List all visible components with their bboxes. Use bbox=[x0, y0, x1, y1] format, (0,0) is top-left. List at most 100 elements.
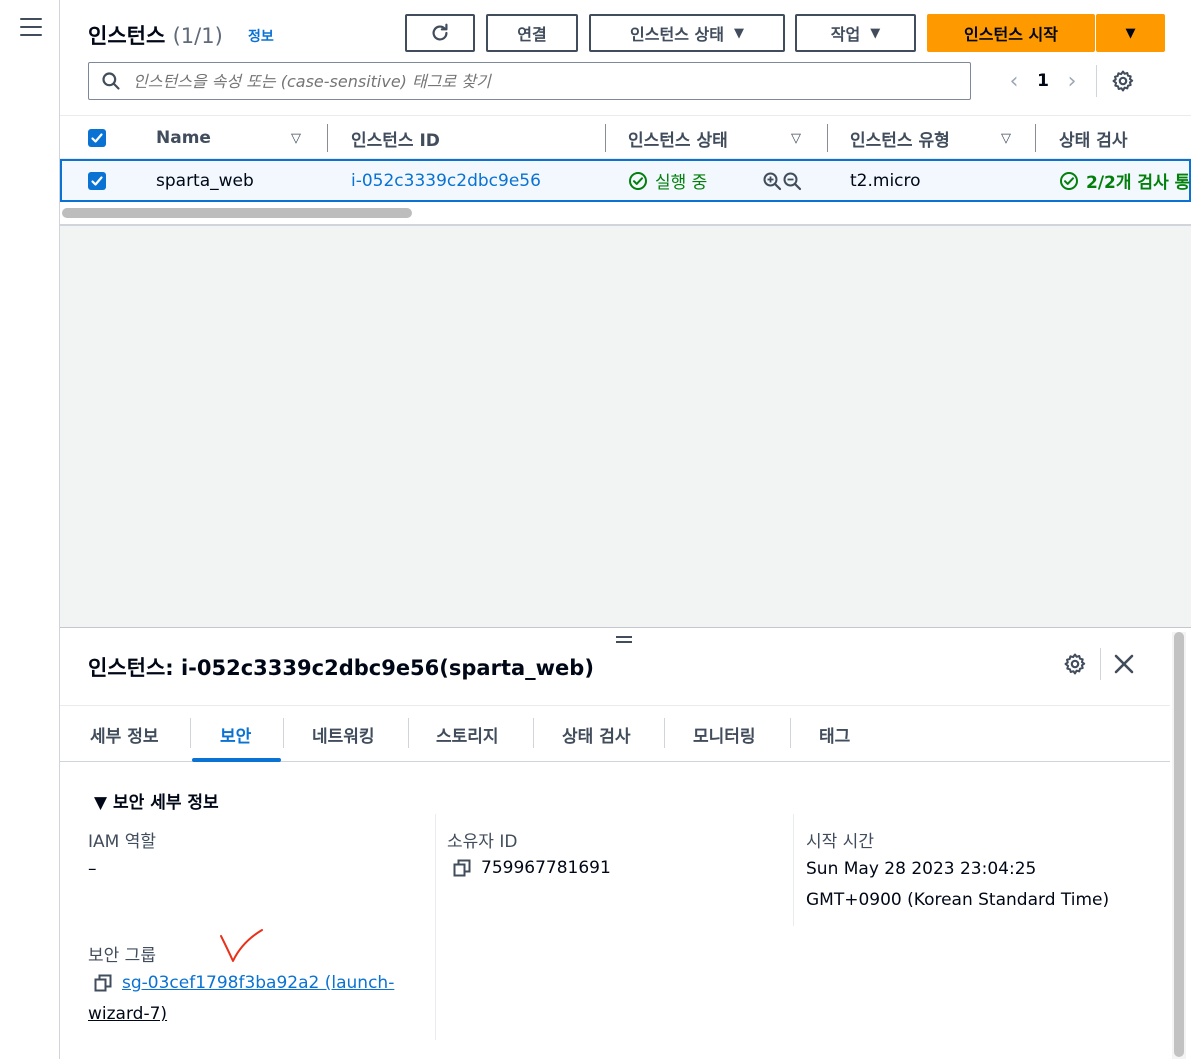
tab-divider bbox=[533, 718, 534, 748]
column-divider bbox=[435, 814, 436, 1040]
menu-icon[interactable] bbox=[20, 18, 42, 36]
column-label: Name bbox=[156, 128, 211, 148]
check-icon bbox=[91, 133, 103, 143]
caret-down-icon: ▼ bbox=[870, 25, 881, 41]
owner-id-label: 소유자 ID bbox=[447, 832, 518, 852]
column-header-name[interactable]: Name ▽ bbox=[156, 116, 316, 160]
column-header-instance-id[interactable]: 인스턴스 ID bbox=[351, 116, 440, 160]
select-all-checkbox[interactable] bbox=[88, 129, 106, 147]
tab-details[interactable]: 세부 정보 bbox=[90, 706, 158, 762]
instance-state-text: 실행 중 bbox=[655, 173, 708, 193]
search-input[interactable] bbox=[133, 71, 953, 91]
tab-divider bbox=[408, 718, 409, 748]
column-divider[interactable] bbox=[605, 124, 606, 152]
column-label: 인스턴스 유형 bbox=[850, 130, 950, 151]
instance-id-link[interactable]: i-052c3339c2dbc9e56 bbox=[351, 161, 541, 200]
column-label: 인스턴스 상태 bbox=[628, 130, 728, 151]
column-divider[interactable] bbox=[327, 124, 328, 152]
row-checkbox[interactable] bbox=[88, 171, 106, 190]
instance-detail-panel: 인스턴스: i-052c3339c2dbc9e56(sparta_web) 세부… bbox=[60, 628, 1191, 1059]
gear-icon[interactable] bbox=[1111, 69, 1135, 93]
tab-status-checks[interactable]: 상태 검사 bbox=[562, 706, 630, 762]
check-circle-icon bbox=[1060, 171, 1078, 190]
copy-icon[interactable] bbox=[453, 859, 471, 877]
status-check-text: 2/2개 검사 통 bbox=[1086, 173, 1191, 193]
instance-state-button[interactable]: 인스턴스 상태 ▼ bbox=[589, 14, 785, 52]
actions-button[interactable]: 작업 ▼ bbox=[795, 14, 916, 52]
gear-icon[interactable] bbox=[1063, 652, 1087, 676]
tab-storage[interactable]: 스토리지 bbox=[436, 706, 499, 762]
active-tab-indicator bbox=[192, 758, 281, 762]
zoom-controls bbox=[762, 161, 802, 200]
zoom-in-icon[interactable] bbox=[762, 171, 782, 191]
column-divider[interactable] bbox=[827, 124, 828, 152]
launch-dropdown-button[interactable]: ▼ bbox=[1096, 14, 1165, 52]
caret-down-icon: ▼ bbox=[1125, 25, 1136, 41]
tab-divider bbox=[190, 718, 191, 748]
owner-id-value: 759967781691 bbox=[453, 858, 611, 878]
panel-header-divider bbox=[1100, 648, 1101, 680]
search-icon bbox=[89, 71, 133, 91]
tab-security[interactable]: 보안 bbox=[220, 706, 251, 762]
table-header: Name ▽ 인스턴스 ID 인스턴스 상태 ▽ 인스턴스 유형 ▽ 상태 검사 bbox=[60, 115, 1191, 159]
iam-role-value: – bbox=[88, 859, 97, 879]
instance-state-label: 인스턴스 상태 bbox=[630, 25, 724, 44]
copy-icon[interactable] bbox=[94, 974, 112, 992]
search-box[interactable] bbox=[88, 62, 971, 100]
tab-divider bbox=[283, 718, 284, 748]
tab-divider bbox=[664, 718, 665, 748]
pagination: ‹ 1 › bbox=[1000, 64, 1135, 98]
refresh-icon bbox=[432, 23, 448, 41]
detail-tabs: 세부 정보 보안 네트워킹 스토리지 상태 검사 모니터링 태그 bbox=[60, 706, 1170, 762]
chevron-right-icon[interactable]: › bbox=[1058, 69, 1086, 94]
security-details-toggle[interactable]: ▼ 보안 세부 정보 bbox=[94, 788, 219, 813]
vertical-scrollbar[interactable] bbox=[1174, 632, 1184, 1057]
main-content: 인스턴스 (1/1) 정보 연결 인스턴스 상태 ▼ 작업 ▼ 인스턴스 시작 … bbox=[60, 0, 1191, 1059]
page-number[interactable]: 1 bbox=[1028, 71, 1058, 91]
launch-time-label: 시작 시간 bbox=[806, 832, 874, 852]
actions-label: 작업 bbox=[830, 25, 861, 44]
info-link[interactable]: 정보 bbox=[248, 26, 274, 46]
refresh-button[interactable] bbox=[405, 14, 475, 52]
caret-down-icon: ▼ bbox=[733, 25, 744, 41]
chevron-left-icon[interactable]: ‹ bbox=[1000, 69, 1028, 94]
status-check-cell: 2/2개 검사 통 bbox=[1059, 161, 1190, 200]
owner-id-text: 759967781691 bbox=[481, 858, 611, 878]
tab-networking[interactable]: 네트워킹 bbox=[312, 706, 375, 762]
instance-type: t2.micro bbox=[850, 170, 921, 191]
close-icon[interactable] bbox=[1112, 652, 1136, 676]
check-mark-annotation bbox=[220, 929, 263, 962]
panel-title: 인스턴스: i-052c3339c2dbc9e56(sparta_web) bbox=[88, 656, 594, 680]
launch-instances-button[interactable]: 인스턴스 시작 bbox=[927, 14, 1095, 52]
row-select-cell bbox=[88, 161, 106, 200]
column-label: 상태 검사 bbox=[1059, 130, 1128, 151]
zoom-out-icon[interactable] bbox=[782, 171, 802, 191]
security-group-link-continued[interactable]: wizard-7) bbox=[88, 1004, 167, 1024]
column-header-instance-type[interactable]: 인스턴스 유형 ▽ bbox=[850, 116, 1020, 160]
table-row[interactable]: sparta_web i-052c3339c2dbc9e56 실행 중 t2.m… bbox=[60, 159, 1191, 202]
resize-handle-icon[interactable] bbox=[616, 636, 632, 644]
select-all-cell bbox=[88, 116, 106, 160]
column-header-status-check[interactable]: 상태 검사 bbox=[1059, 116, 1127, 160]
security-group-label: 보안 그룹 bbox=[88, 946, 156, 966]
horizontal-scrollbar[interactable] bbox=[62, 208, 412, 218]
tab-tags[interactable]: 태그 bbox=[819, 706, 850, 762]
page-title: 인스턴스 (1/1) bbox=[88, 20, 223, 50]
connect-button[interactable]: 연결 bbox=[486, 14, 578, 52]
sort-icon[interactable]: ▽ bbox=[1001, 131, 1011, 146]
iam-role-label: IAM 역할 bbox=[88, 832, 156, 852]
tab-divider bbox=[790, 718, 791, 748]
column-divider[interactable] bbox=[1035, 124, 1036, 152]
instance-count: (1/1) bbox=[172, 24, 223, 48]
column-header-instance-state[interactable]: 인스턴스 상태 ▽ bbox=[628, 116, 808, 160]
sort-icon[interactable]: ▽ bbox=[291, 131, 301, 146]
security-group-link[interactable]: sg-03cef1798f3ba92a2 (launch- bbox=[122, 973, 394, 993]
instance-state-cell: 실행 중 bbox=[628, 161, 707, 200]
check-icon bbox=[91, 175, 103, 186]
sort-icon[interactable]: ▽ bbox=[791, 131, 801, 146]
launch-time-line-2: GMT+0900 (Korean Standard Time) bbox=[806, 890, 1110, 910]
instance-name: sparta_web bbox=[156, 170, 254, 191]
tab-monitoring[interactable]: 모니터링 bbox=[693, 706, 756, 762]
pager-divider bbox=[1096, 65, 1097, 97]
column-divider bbox=[793, 814, 794, 926]
